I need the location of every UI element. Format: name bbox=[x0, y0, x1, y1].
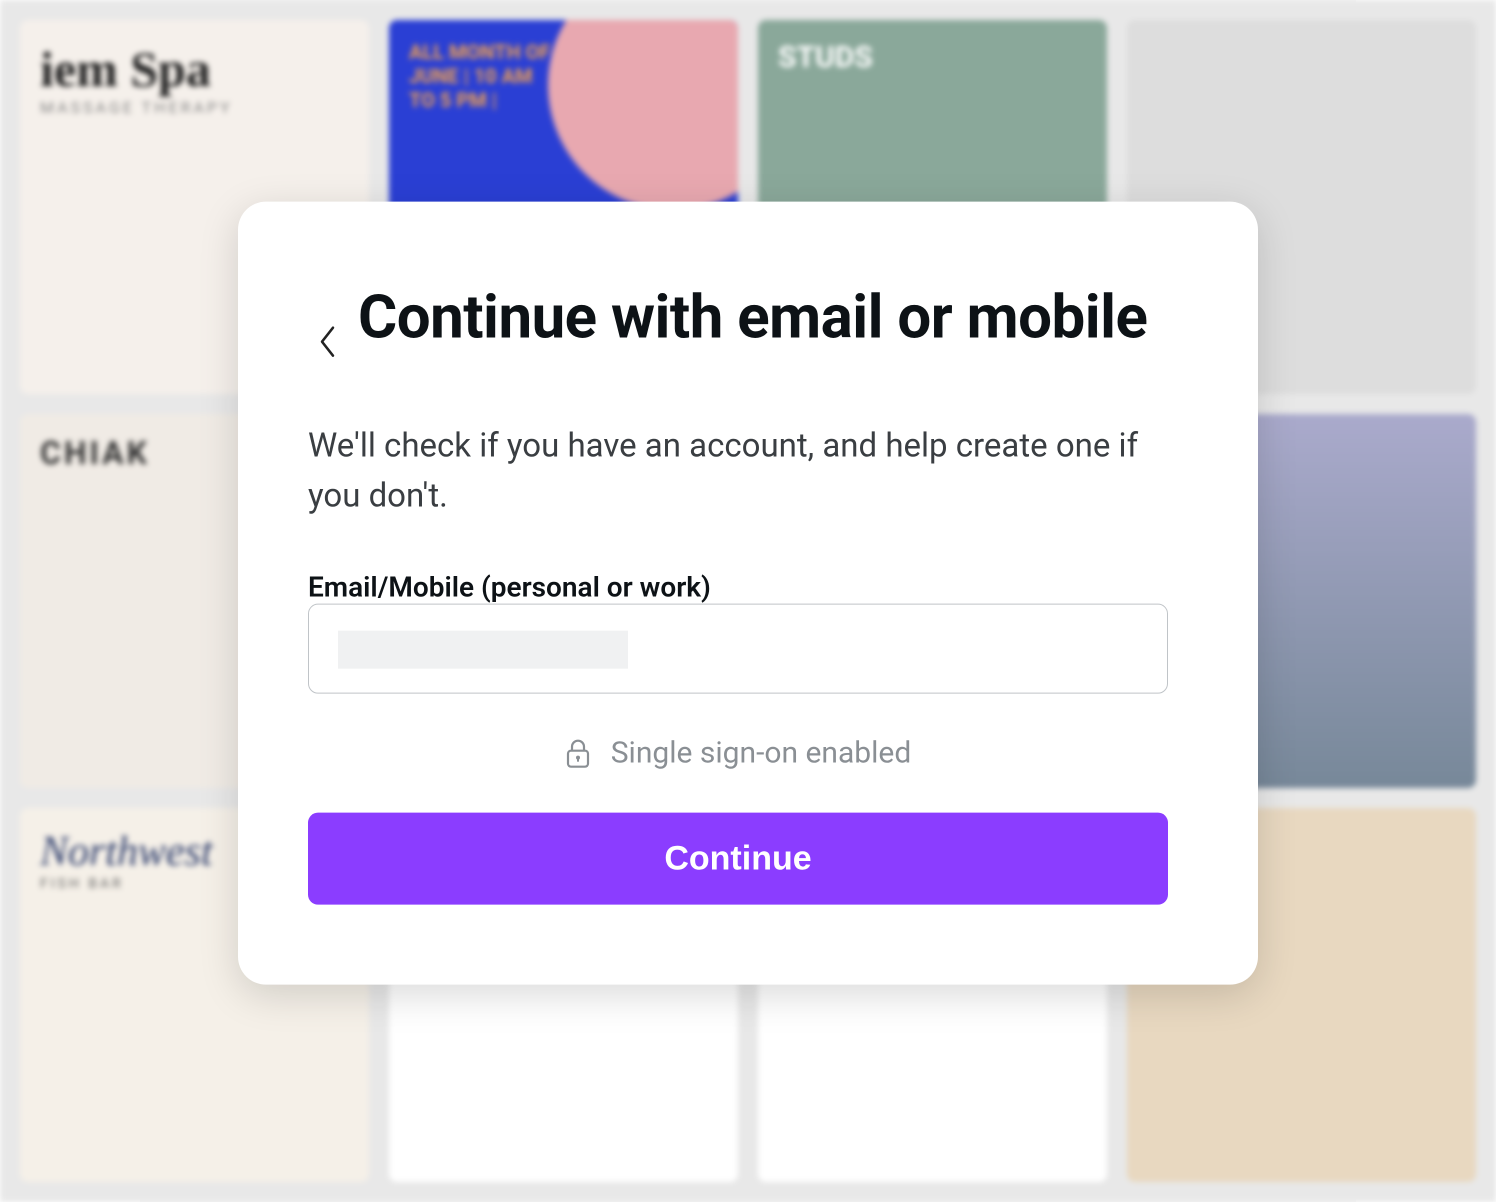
modal-title: Continue with email or mobile bbox=[358, 282, 1147, 354]
sso-indicator: Single sign-on enabled bbox=[308, 736, 1168, 771]
modal-header: Continue with email or mobile bbox=[308, 282, 1168, 372]
email-mobile-label: Email/Mobile (personal or work) bbox=[308, 571, 711, 604]
bg-text: TO 5 PM | bbox=[409, 88, 718, 112]
modal-subtitle: We'll check if you have an account, and … bbox=[308, 422, 1168, 521]
chevron-left-icon bbox=[318, 324, 338, 360]
email-mobile-input[interactable] bbox=[308, 604, 1168, 694]
auth-modal: Continue with email or mobile We'll chec… bbox=[238, 202, 1258, 985]
bg-text: ALL MONTH OF bbox=[409, 40, 718, 64]
bg-template-title: iem Spa bbox=[40, 40, 349, 98]
bg-text: JUNE | 10 AM bbox=[409, 64, 718, 88]
back-button[interactable] bbox=[308, 312, 348, 372]
bg-text: STUDS bbox=[778, 40, 1087, 75]
bg-template-subtitle: MASSAGE THERAPY bbox=[40, 98, 349, 117]
sso-text: Single sign-on enabled bbox=[611, 736, 912, 771]
continue-button[interactable]: Continue bbox=[308, 813, 1168, 905]
lock-icon bbox=[565, 738, 591, 768]
